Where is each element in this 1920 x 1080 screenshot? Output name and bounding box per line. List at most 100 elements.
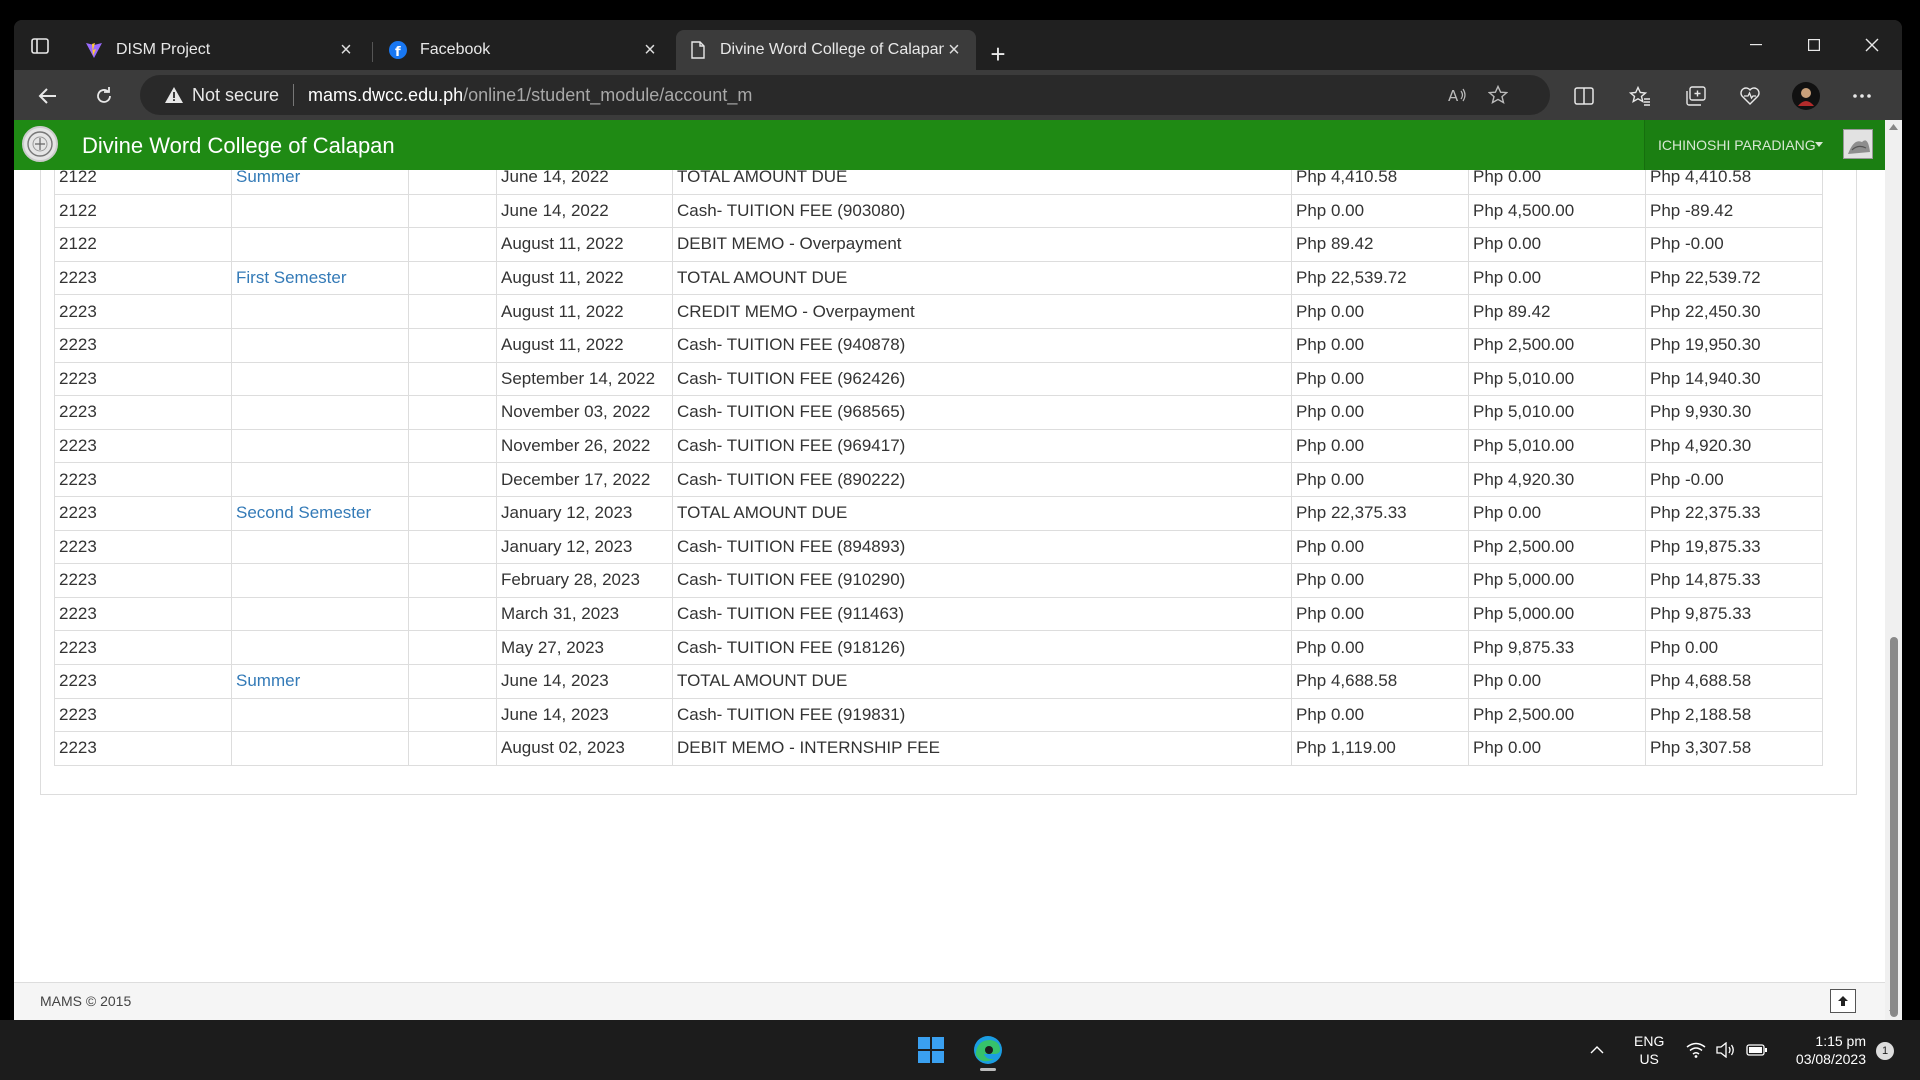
copyright-text: MAMS © 2015 [40, 993, 132, 1009]
credit-cell: Php 5,010.00 [1468, 428, 1646, 464]
close-window-icon[interactable] [1844, 30, 1900, 60]
battery-icon[interactable] [1746, 1020, 1768, 1080]
vite-logo-icon [84, 40, 104, 60]
system-clock[interactable]: 1:15 pm 03/08/2023 [1786, 1032, 1866, 1068]
refresh-icon[interactable] [86, 78, 122, 114]
browser-essentials-icon[interactable] [1732, 78, 1768, 114]
warning-icon[interactable] [164, 86, 184, 104]
maximize-icon[interactable] [1786, 30, 1842, 60]
ledger-row: 2223 August 11, 2022 CREDIT MEMO - Overpay… [54, 294, 1823, 329]
term-cell [231, 428, 409, 464]
balance-cell: Php 9,875.33 [1645, 596, 1823, 632]
scroll-down-arrow-icon[interactable] [1888, 1008, 1899, 1018]
close-tab-icon[interactable]: × [944, 39, 964, 61]
school-year-cell: 2223 [54, 563, 232, 598]
address-bar[interactable]: Not secure mams.dwcc.edu.ph/online1/stud… [140, 75, 1550, 115]
svg-text:f: f [395, 45, 401, 60]
date-cell: August 11, 2022 [496, 227, 673, 262]
balance-cell: Php 19,875.33 [1645, 529, 1823, 565]
description-cell: Cash- TUITION FEE (969417) [672, 428, 1292, 464]
user-avatar[interactable] [1843, 129, 1873, 159]
school-year-cell: 2223 [54, 495, 232, 531]
description-cell: CREDIT MEMO - Overpayment [672, 294, 1292, 329]
page-scrollbar[interactable] [1885, 120, 1902, 1020]
debit-cell: Php 1,119.00 [1291, 731, 1469, 766]
tab-actions-icon[interactable] [26, 34, 54, 58]
description-cell: Cash- TUITION FEE (968565) [672, 395, 1292, 430]
credit-cell: Php 0.00 [1468, 731, 1646, 766]
tab-dism-project[interactable]: DISM Project × [72, 30, 368, 70]
description-cell: Cash- TUITION FEE (890222) [672, 462, 1292, 497]
back-to-top-button[interactable] [1830, 989, 1856, 1013]
brand-title[interactable]: Divine Word College of Calapan [82, 133, 395, 159]
blank-cell [408, 361, 497, 397]
scrollbar-thumb[interactable] [1890, 637, 1898, 1017]
date-cell: August 02, 2023 [496, 731, 673, 766]
edge-browser-icon[interactable] [966, 1028, 1010, 1072]
description-cell: Cash- TUITION FEE (940878) [672, 327, 1292, 363]
date-cell: August 11, 2022 [496, 294, 673, 329]
term-cell[interactable]: First Semester [231, 260, 409, 296]
balance-cell: Php 3,307.58 [1645, 731, 1823, 766]
date-cell: December 17, 2022 [496, 462, 673, 497]
minimize-icon[interactable] [1728, 30, 1784, 60]
school-year-cell: 2223 [54, 663, 232, 699]
date-cell: November 03, 2022 [496, 395, 673, 430]
scroll-up-arrow-icon[interactable] [1888, 122, 1899, 132]
user-name[interactable]: ICHINOSHI PARADIANG [1658, 137, 1816, 153]
description-cell: Cash- TUITION FEE (911463) [672, 596, 1292, 632]
close-tab-icon[interactable]: × [640, 39, 660, 61]
debit-cell: Php 4,688.58 [1291, 663, 1469, 699]
credit-cell: Php 0.00 [1468, 227, 1646, 262]
date-cell: March 31, 2023 [496, 596, 673, 632]
description-cell: Cash- TUITION FEE (918126) [672, 630, 1292, 665]
read-aloud-icon[interactable]: A [1446, 83, 1470, 107]
description-cell: Cash- TUITION FEE (910290) [672, 563, 1292, 598]
security-label[interactable]: Not secure [192, 85, 279, 106]
wifi-icon[interactable] [1686, 1020, 1706, 1080]
blank-cell [408, 462, 497, 497]
tab-dwcc[interactable]: Divine Word College of Calapan × [676, 30, 976, 70]
more-menu-icon[interactable] [1844, 78, 1880, 114]
ledger-row: 2223 September 14, 2022 Cash- TUITION FEE … [54, 361, 1823, 397]
term-cell [231, 327, 409, 363]
description-cell: TOTAL AMOUNT DUE [672, 260, 1292, 296]
term-cell[interactable]: Summer [231, 663, 409, 699]
school-year-cell: 2223 [54, 327, 232, 363]
new-tab-icon[interactable]: + [982, 38, 1014, 70]
keyboard-region: US [1639, 1051, 1659, 1067]
language-indicator[interactable]: ENG US [1634, 1032, 1664, 1068]
close-tab-icon[interactable]: × [336, 39, 356, 61]
blank-cell [408, 327, 497, 363]
windows-start-icon[interactable] [909, 1028, 953, 1072]
ledger-row: 2223 August 02, 2023 DEBIT MEMO - INTERNSH… [54, 731, 1823, 766]
tab-facebook[interactable]: f Facebook × [376, 30, 672, 70]
back-icon[interactable] [30, 78, 66, 114]
volume-icon[interactable] [1716, 1020, 1736, 1080]
collections-icon[interactable] [1678, 78, 1714, 114]
ledger-row: 2223 Summer June 14, 2023 TOTAL AMOUNT DUE P… [54, 663, 1823, 699]
page-icon [688, 40, 708, 60]
balance-cell: Php 19,950.30 [1645, 327, 1823, 363]
term-cell[interactable]: Second Semester [231, 495, 409, 531]
favorites-icon[interactable] [1622, 78, 1658, 114]
tab-title: DISM Project [116, 41, 211, 58]
credit-cell: Php 4,920.30 [1468, 462, 1646, 497]
favorite-star-icon[interactable] [1486, 83, 1510, 107]
debit-cell: Php 89.42 [1291, 227, 1469, 262]
windows-taskbar: ENG US 1:15 pm 03/08/2023 1 [0, 1020, 1920, 1080]
credit-cell: Php 0.00 [1468, 663, 1646, 699]
blank-cell [408, 697, 497, 733]
notification-badge[interactable]: 1 [1876, 1042, 1894, 1060]
user-menu-dropdown[interactable]: ICHINOSHI PARADIANG [1644, 120, 1885, 170]
blank-cell [408, 395, 497, 430]
credit-cell: Php 2,500.00 [1468, 327, 1646, 363]
app-header: Divine Word College of Calapan ICHINOSHI… [14, 120, 1885, 170]
debit-cell: Php 0.00 [1291, 395, 1469, 430]
account-ledger-table: 2122 Summer June 14, 2022 TOTAL AMOUNT DUE P… [54, 160, 1823, 766]
profile-avatar-icon[interactable] [1788, 78, 1824, 114]
split-screen-icon[interactable] [1566, 78, 1602, 114]
show-hidden-icons-icon[interactable] [1590, 1020, 1604, 1080]
blank-cell [408, 529, 497, 565]
debit-cell: Php 0.00 [1291, 327, 1469, 363]
